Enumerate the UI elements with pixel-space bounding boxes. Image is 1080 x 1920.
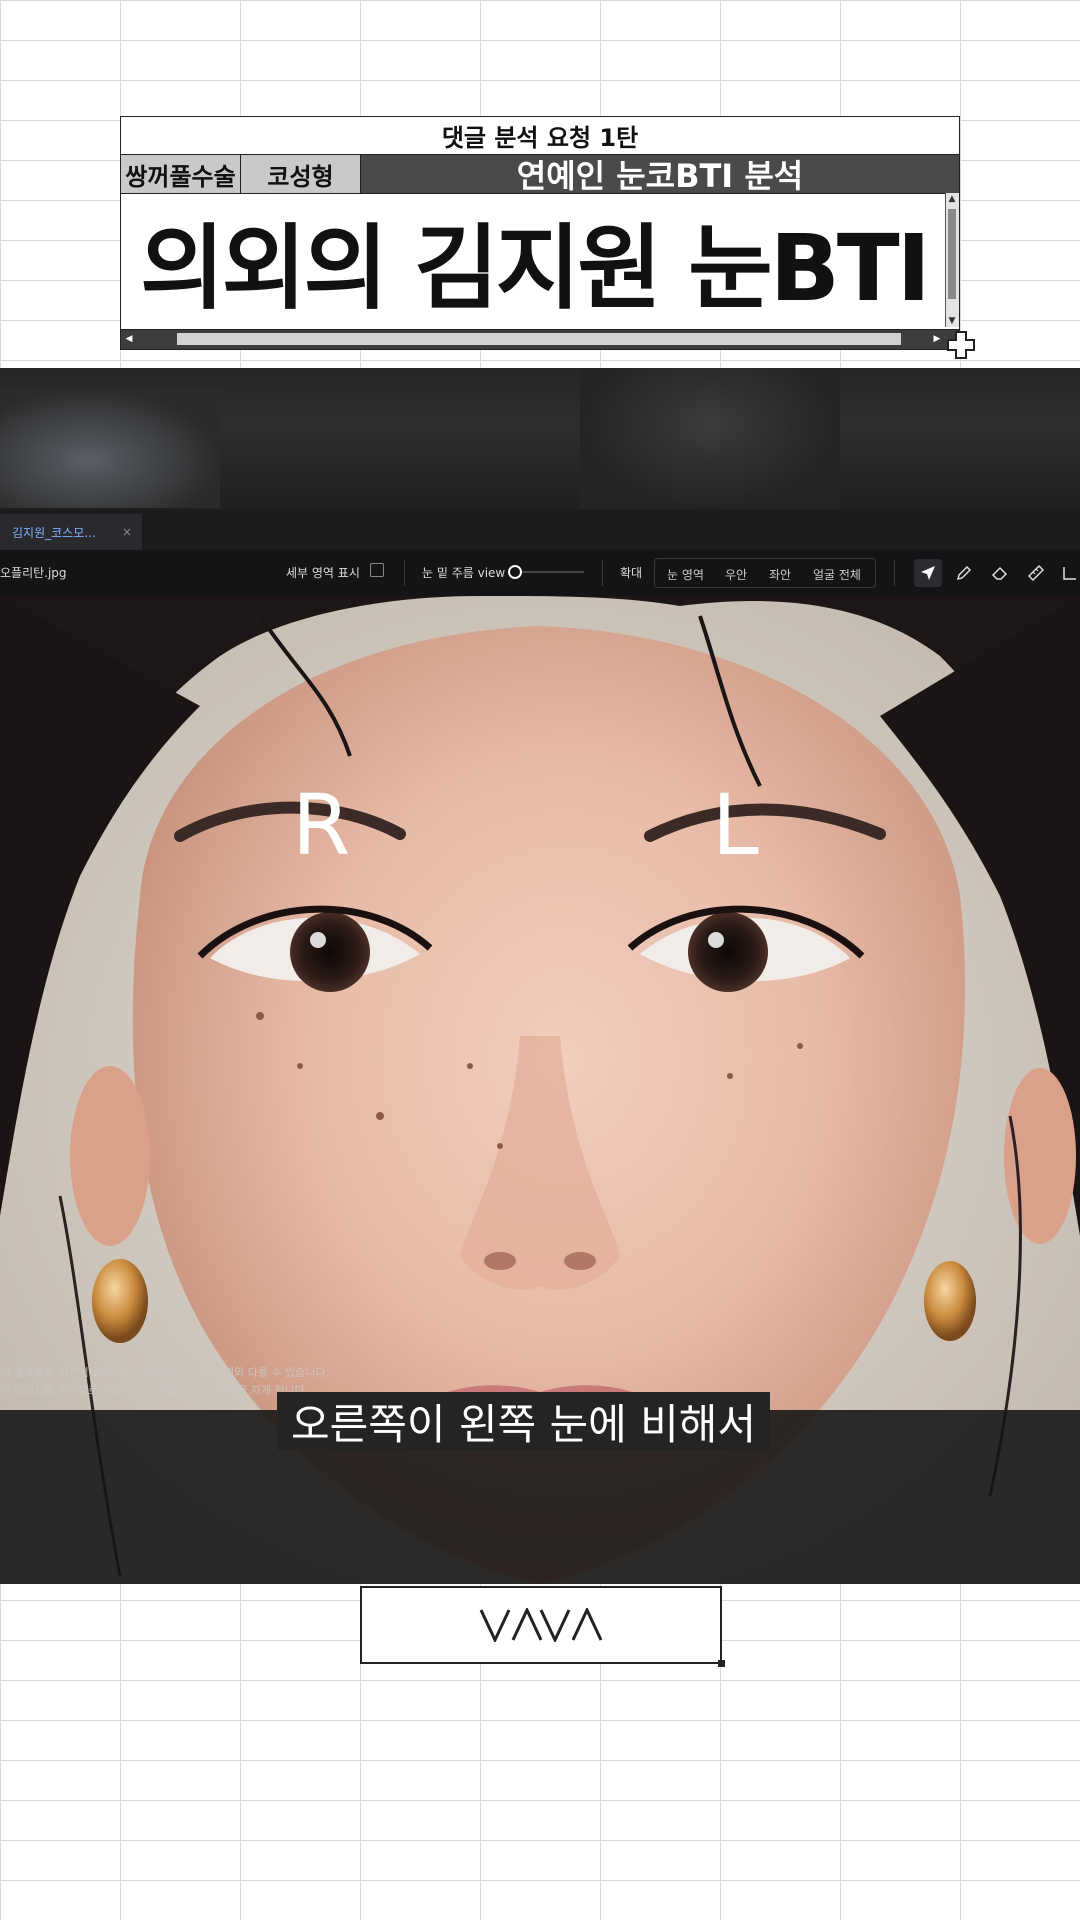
blurred-background bbox=[0, 368, 1080, 510]
disclaimer-line-1: 이 결과물은 AI분석 결과이며 사람마다 결과는 실제와 다를 수 있습니다. bbox=[0, 1366, 330, 1379]
brand-logo-box: VAVA bbox=[360, 1586, 725, 1667]
tag-double-eyelid[interactable]: 쌍꺼풀수술 bbox=[121, 155, 241, 193]
card-top-title: 댓글 분석 요청 1탄 bbox=[121, 117, 959, 155]
pointer-icon[interactable] bbox=[914, 559, 942, 587]
tag-celebrity-analysis[interactable]: 연예인 눈코BTI 분석 bbox=[361, 155, 959, 195]
brand-logo bbox=[479, 1608, 603, 1642]
wrinkle-view-slider[interactable] bbox=[508, 565, 584, 579]
tag-rhinoplasty[interactable]: 코성형 bbox=[241, 155, 361, 193]
scroll-left-icon[interactable]: ◀ bbox=[123, 333, 135, 345]
zoom-option-right-eye[interactable]: 우안 bbox=[725, 566, 747, 583]
zoom-option-full-face[interactable]: 얼굴 전체 bbox=[813, 566, 861, 583]
detail-area-label: 세부 영역 표시 bbox=[286, 566, 360, 580]
scroll-up-icon[interactable]: ▲ bbox=[946, 193, 958, 205]
vertical-scroll-thumb[interactable] bbox=[948, 209, 956, 299]
wrinkle-view-label: 눈 밑 주름 view bbox=[422, 566, 506, 580]
subtitle-caption: 오른쪽이 왼쪽 눈에 비해서 bbox=[277, 1392, 771, 1450]
disclaimer-line-2: 이 이미지를 무단으로 사용하거나 변형 시 법적 책임을 지게 됩니다. bbox=[0, 1384, 309, 1397]
left-eye-marker: L bbox=[712, 776, 759, 874]
horizontal-scroll-thumb[interactable] bbox=[177, 333, 901, 345]
pencil-icon[interactable] bbox=[950, 559, 978, 587]
slider-knob[interactable] bbox=[508, 565, 522, 579]
zoom-option-eye-area[interactable]: 눈 영역 bbox=[667, 566, 704, 583]
file-tab-label: 김지원_코스모... bbox=[12, 525, 96, 540]
horizontal-scrollbar[interactable]: ◀ ▶ bbox=[121, 329, 959, 349]
file-name: 오플리탄.jpg bbox=[0, 566, 67, 580]
close-icon[interactable]: × bbox=[122, 525, 132, 539]
file-tab[interactable]: 김지원_코스모... × bbox=[0, 514, 142, 550]
title-card: 댓글 분석 요청 1탄 쌍꺼풀수술 코성형 연예인 눈코BTI 분석 의외의 김… bbox=[120, 116, 960, 350]
scroll-right-icon[interactable]: ▶ bbox=[931, 333, 943, 345]
cursor-plus-icon bbox=[947, 331, 975, 359]
video-frame: 김지원_코스모... × 오플리탄.jpg 세부 영역 표시 눈 밑 주름 vi… bbox=[0, 368, 1080, 1584]
detail-area-checkbox[interactable] bbox=[370, 563, 384, 577]
zoom-option-left-eye[interactable]: 좌안 bbox=[769, 566, 791, 583]
scroll-down-icon[interactable]: ▼ bbox=[946, 315, 958, 327]
main-title: 의외의 김지원 눈BTI bbox=[121, 193, 947, 327]
angle-icon[interactable] bbox=[1056, 559, 1080, 587]
right-eye-marker: R bbox=[292, 776, 351, 874]
ruler-icon[interactable] bbox=[1022, 559, 1050, 587]
vertical-scrollbar[interactable]: ▲ ▼ bbox=[945, 193, 959, 327]
viewer-toolbar: 오플리탄.jpg 세부 영역 표시 눈 밑 주름 view 확대 눈 영역 우안… bbox=[0, 550, 1080, 596]
zoom-options: 눈 영역 우안 좌안 얼굴 전체 bbox=[654, 558, 876, 588]
resize-handle[interactable] bbox=[718, 1660, 725, 1667]
eraser-icon[interactable] bbox=[986, 559, 1014, 587]
viewer-tab-bar: 김지원_코스모... × bbox=[0, 510, 1080, 551]
zoom-label: 확대 bbox=[620, 566, 643, 580]
card-tag-row: 쌍꺼풀수술 코성형 연예인 눈코BTI 분석 bbox=[121, 155, 959, 195]
